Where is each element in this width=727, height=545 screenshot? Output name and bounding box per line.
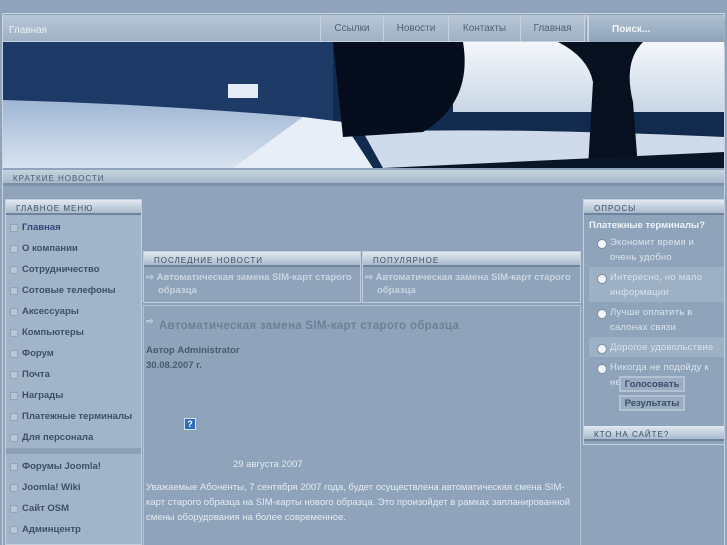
- menu-item-staff[interactable]: Для персонала: [6, 427, 141, 448]
- bullet-icon: [10, 462, 18, 471]
- bullet-icon: [10, 265, 18, 274]
- nav-news[interactable]: Новости: [383, 15, 448, 42]
- bullet-icon: [10, 307, 18, 316]
- popular-link[interactable]: ⇨ Автоматическая замена SIM-карт старого…: [363, 267, 580, 297]
- menu-item-terminals[interactable]: Платежные терминалы: [6, 406, 141, 427]
- arrow-icon: ⇨: [146, 316, 154, 326]
- vote-button[interactable]: Голосовать: [619, 376, 685, 392]
- menu-item-computers[interactable]: Компьютеры: [6, 322, 141, 343]
- nav-links[interactable]: Ссылки: [320, 15, 383, 42]
- bullet-icon: [10, 483, 18, 492]
- missing-image-icon: ?: [184, 418, 196, 430]
- bullet-icon: [10, 391, 18, 400]
- article-body: Уважаемые Абоненты, 7 сентября 2007 года…: [146, 482, 571, 523]
- bullet-icon: [10, 504, 18, 513]
- bullet-icon: [10, 349, 18, 358]
- popular-title: ПОПУЛЯРНОЕ: [363, 252, 580, 267]
- bullet-icon: [10, 244, 18, 253]
- popular-module: ПОПУЛЯРНОЕ ⇨ Автоматическая замена SIM-к…: [362, 251, 581, 303]
- menu-item-about[interactable]: О компании: [6, 238, 141, 259]
- results-button[interactable]: Результаты: [619, 395, 685, 411]
- poll-option[interactable]: Лучше оплатить в салонах связи: [589, 302, 724, 337]
- latest-news-module: ПОСЛЕДНИЕ НОВОСТИ ⇨ Автоматическая замен…: [143, 251, 361, 303]
- poll-module: ОПРОСЫ Платежные терминалы? Экономит вре…: [583, 199, 725, 445]
- menu-item-mail[interactable]: Почта: [6, 364, 141, 385]
- other-menu-list: Форумы Joomla! Joomla! Wiki Сайт OSM Адм…: [6, 454, 141, 540]
- menu-item-home[interactable]: Главная: [6, 217, 141, 238]
- poll-option[interactable]: Интересно, но мало информации: [589, 267, 724, 302]
- menu-item-phones[interactable]: Сотовые телефоны: [6, 280, 141, 301]
- menu-item-osm-site[interactable]: Сайт OSM: [6, 498, 141, 519]
- menu-item-forum[interactable]: Форум: [6, 343, 141, 364]
- menu-item-accessories[interactable]: Аксессуары: [6, 301, 141, 322]
- latest-news-link[interactable]: ⇨ Автоматическая замена SIM-карт старого…: [144, 267, 360, 297]
- article-date: 30.08.2007 г.: [146, 360, 202, 371]
- article-author: Автор Administrator: [146, 345, 240, 356]
- poll-option[interactable]: Экономит время и очень удобно: [589, 232, 724, 267]
- radio-button[interactable]: [597, 344, 607, 354]
- menu-item-joomla-wiki[interactable]: Joomla! Wiki: [6, 477, 141, 498]
- radio-button[interactable]: [597, 274, 607, 284]
- radio-button[interactable]: [597, 309, 607, 319]
- short-news-bar: КРАТКИЕ НОВОСТИ: [3, 170, 724, 186]
- article-dateline: 29 августа 2007: [233, 459, 303, 470]
- bullet-icon: [10, 223, 18, 232]
- top-navigation: Главная Ссылки Новости Контакты Главная …: [3, 15, 724, 43]
- main-menu-module: ГЛАВНОЕ МЕНЮ Главная О компании Сотрудни…: [5, 199, 142, 545]
- menu-item-admin[interactable]: Админцентр: [6, 519, 141, 540]
- main-menu-list: Главная О компании Сотрудничество Сотовы…: [6, 215, 141, 448]
- who-online-title: КТО НА САЙТЕ?: [584, 426, 724, 441]
- main-menu-title: ГЛАВНОЕ МЕНЮ: [6, 200, 141, 215]
- poll-title: ОПРОСЫ: [584, 200, 724, 215]
- bullet-icon: [10, 370, 18, 379]
- bullet-icon: [10, 525, 18, 534]
- radio-button[interactable]: [597, 239, 607, 249]
- short-news-title: КРАТКИЕ НОВОСТИ: [13, 174, 105, 183]
- menu-item-joomla-forums[interactable]: Форумы Joomla!: [6, 456, 141, 477]
- menu-item-cooperation[interactable]: Сотрудничество: [6, 259, 141, 280]
- nav-home-2[interactable]: Главная: [520, 15, 585, 42]
- radio-button[interactable]: [597, 364, 607, 374]
- nav-contacts[interactable]: Контакты: [448, 15, 520, 42]
- poll-question: Платежные терминалы?: [589, 220, 705, 231]
- menu-item-awards[interactable]: Награды: [6, 385, 141, 406]
- nav-home-link[interactable]: Главная: [9, 25, 47, 36]
- bullet-icon: [10, 433, 18, 442]
- bullet-icon: [10, 412, 18, 421]
- bullet-icon: [10, 286, 18, 295]
- search-box[interactable]: Поиск...: [587, 15, 724, 43]
- bullet-icon: [10, 328, 18, 337]
- header-banner-image: [3, 42, 724, 168]
- latest-news-title: ПОСЛЕДНИЕ НОВОСТИ: [144, 252, 360, 267]
- poll-option[interactable]: Дорогое удовольствие: [589, 337, 724, 357]
- article-title[interactable]: Автоматическая замена SIM-карт старого о…: [159, 320, 459, 332]
